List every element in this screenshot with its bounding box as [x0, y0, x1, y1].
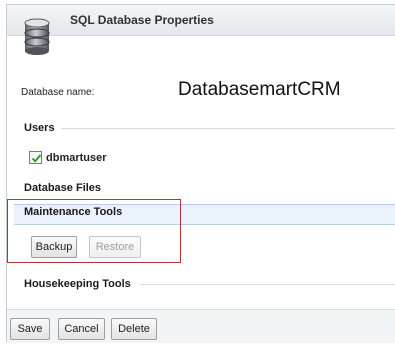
delete-button[interactable]: Delete [111, 318, 157, 340]
user-item-dbmartuser[interactable]: dbmartuser [29, 151, 107, 164]
save-button[interactable]: Save [10, 318, 50, 340]
database-name-value: DatabasemartCRM [178, 79, 341, 100]
section-housekeeping-divider [140, 284, 395, 285]
section-housekeeping-tools-heading: Housekeeping Tools [24, 278, 131, 290]
user-name: dbmartuser [46, 151, 107, 164]
section-users-divider [61, 128, 395, 129]
user-checkbox[interactable] [29, 151, 42, 164]
section-users-heading: Users [24, 122, 55, 134]
properties-panel: SQL Database Properties Database name: D… [6, 4, 395, 343]
database-icon [24, 18, 50, 55]
cancel-button[interactable]: Cancel [58, 318, 105, 340]
maintenance-highlight-box [7, 199, 181, 263]
database-name-label: Database name: [21, 87, 95, 98]
section-database-files-heading: Database Files [24, 182, 102, 194]
checkmark-icon [31, 154, 42, 163]
title-bar: SQL Database Properties [7, 5, 395, 36]
footer-bar: Save Cancel Delete [7, 310, 395, 343]
window-title: SQL Database Properties [70, 13, 214, 27]
